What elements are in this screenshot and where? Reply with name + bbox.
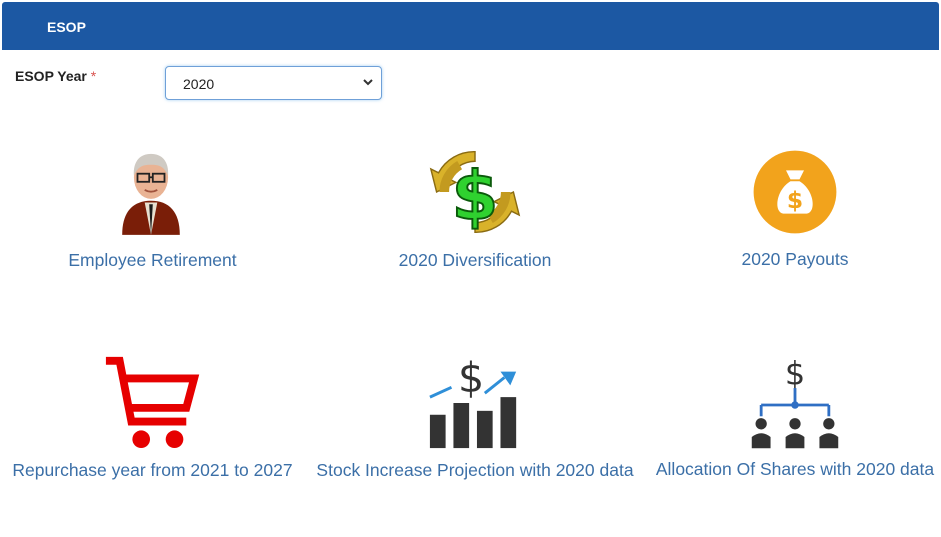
tile-diversification[interactable]: $ 2020 Diversification [385, 140, 565, 275]
esop-year-label: ESOP Year * [15, 68, 96, 84]
svg-text:$: $ [452, 157, 499, 235]
tile-stock-projection[interactable]: $ Stock Increase Projection with 2020 da… [310, 350, 640, 485]
esop-year-label-text: ESOP Year [15, 68, 87, 84]
share-allocation-icon: $ [751, 358, 839, 449]
retiree-avatar-icon [122, 153, 180, 235]
tile-payouts[interactable]: $ 2020 Payouts [720, 140, 870, 275]
dollar-cycle-icon: $ [429, 150, 521, 236]
page-header: ESOP [2, 2, 939, 50]
tile-label: 2020 Diversification [398, 250, 552, 270]
money-bag-icon: $ [753, 150, 837, 234]
svg-text:$: $ [785, 358, 805, 392]
dollar-growth-chart-icon: $ [429, 354, 517, 449]
header-title: ESOP [47, 19, 86, 35]
tile-repurchase[interactable]: Repurchase year from 2021 to 2027 [5, 350, 300, 485]
shopping-cart-icon [105, 356, 200, 449]
required-mark: * [90, 68, 97, 84]
tile-allocation-shares[interactable]: $ Allocation Of Shares with 2020 data [650, 350, 940, 485]
tile-label: Stock Increase Projection with 2020 data [316, 460, 634, 480]
svg-text:$: $ [787, 186, 803, 214]
svg-text:$: $ [458, 354, 484, 401]
esop-year-select[interactable]: 2020 [165, 66, 382, 100]
tile-label: Allocation Of Shares with 2020 data [655, 459, 935, 479]
tile-label: Repurchase year from 2021 to 2027 [12, 460, 293, 480]
esop-year-selected-value: 2020 [183, 76, 215, 92]
chevron-down-icon [363, 79, 373, 86]
tile-label: Employee Retirement [68, 250, 237, 270]
tile-employee-retirement[interactable]: Employee Retirement [55, 140, 250, 275]
tile-label: 2020 Payouts [741, 249, 849, 269]
